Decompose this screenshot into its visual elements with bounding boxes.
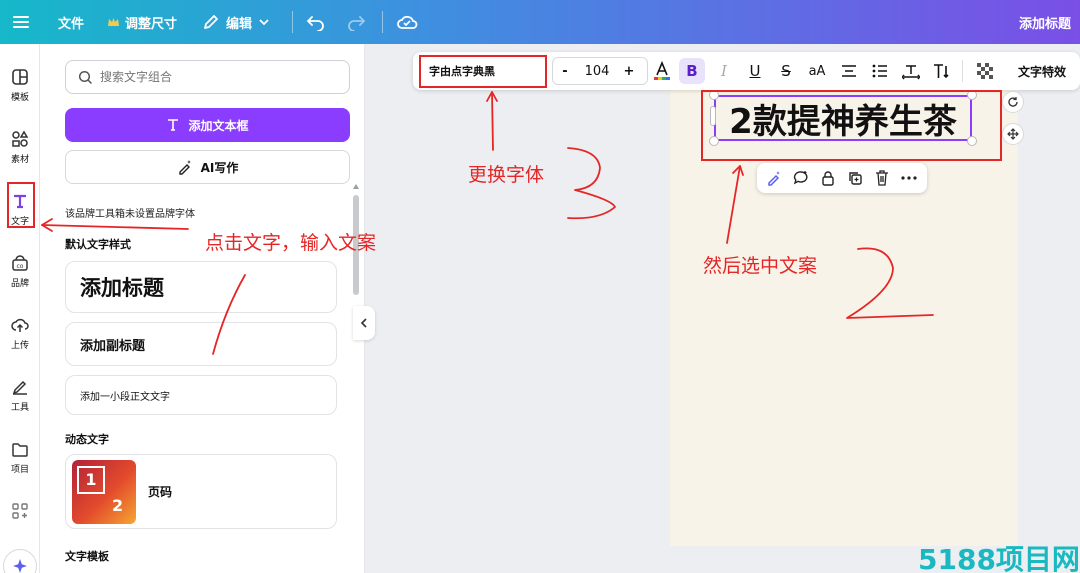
number-2-stroke [846,247,934,319]
number-3-stroke [567,147,616,220]
annotation-strokes [41,91,934,355]
arrow-to-canvas-text [726,165,741,244]
number-1-stroke [212,274,246,355]
arrow-to-font [491,91,494,151]
arrow-to-text-rail [41,224,189,230]
watermark: 5188项目网 [918,543,1080,573]
